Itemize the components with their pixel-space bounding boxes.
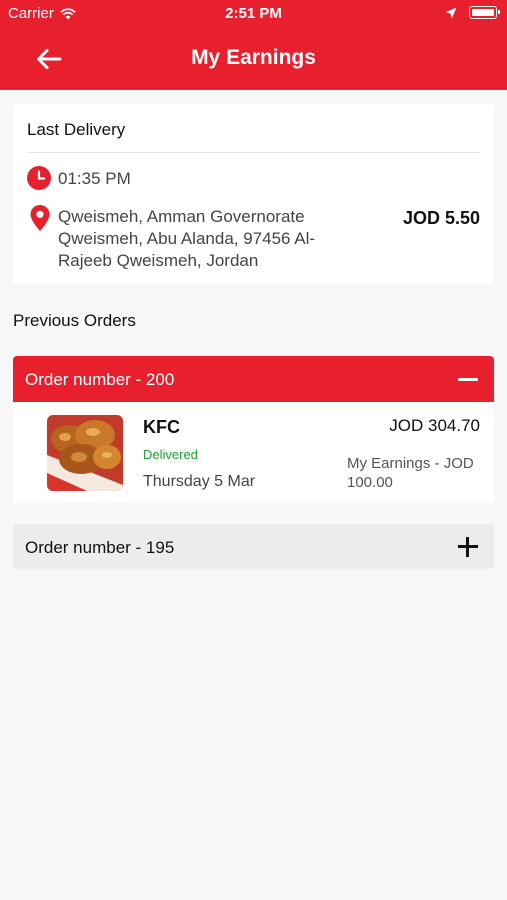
order-total: JOD 304.70	[389, 416, 480, 435]
clock-icon	[27, 166, 51, 190]
order-header-195[interactable]: Order number - 195	[13, 524, 494, 569]
order-header-200[interactable]: Order number - 200	[13, 356, 494, 402]
status-bar: Carrier 2:51 PM	[0, 0, 507, 28]
food-image	[47, 415, 123, 491]
order-earnings: My Earnings - JOD 100.00	[347, 455, 474, 491]
last-delivery-heading: Last Delivery	[27, 120, 126, 139]
divider	[27, 152, 480, 153]
delivery-amount: JOD 5.50	[402, 208, 480, 228]
last-delivery-card: Last Delivery 01:35 PM Qweismeh, Amman G…	[13, 104, 494, 284]
status-time: 2:51 PM	[225, 5, 282, 22]
order-details[interactable]: KFC Delivered Thursday 5 Mar JOD 304.70 …	[13, 402, 494, 503]
expand-icon[interactable]	[458, 537, 478, 557]
page-title: My Earnings	[191, 46, 316, 69]
nav-bar: My Earnings	[0, 28, 507, 90]
order-number-label: Order number - 195	[25, 538, 175, 557]
store-name: KFC	[143, 417, 180, 437]
map-pin-icon	[30, 205, 50, 231]
status-right	[445, 6, 500, 19]
order-number-label: Order number - 200	[25, 370, 175, 389]
previous-orders-title: Previous Orders	[13, 311, 136, 330]
collapse-icon[interactable]	[458, 378, 478, 381]
order-date: Thursday 5 Mar	[143, 473, 256, 490]
battery-icon	[469, 6, 500, 19]
location-arrow-icon	[445, 7, 457, 18]
order-status: Delivered	[143, 447, 198, 462]
delivery-time: 01:35 PM	[58, 169, 131, 188]
delivery-address: Qweismeh, Amman Governorate Qweismeh, Ab…	[58, 207, 316, 270]
